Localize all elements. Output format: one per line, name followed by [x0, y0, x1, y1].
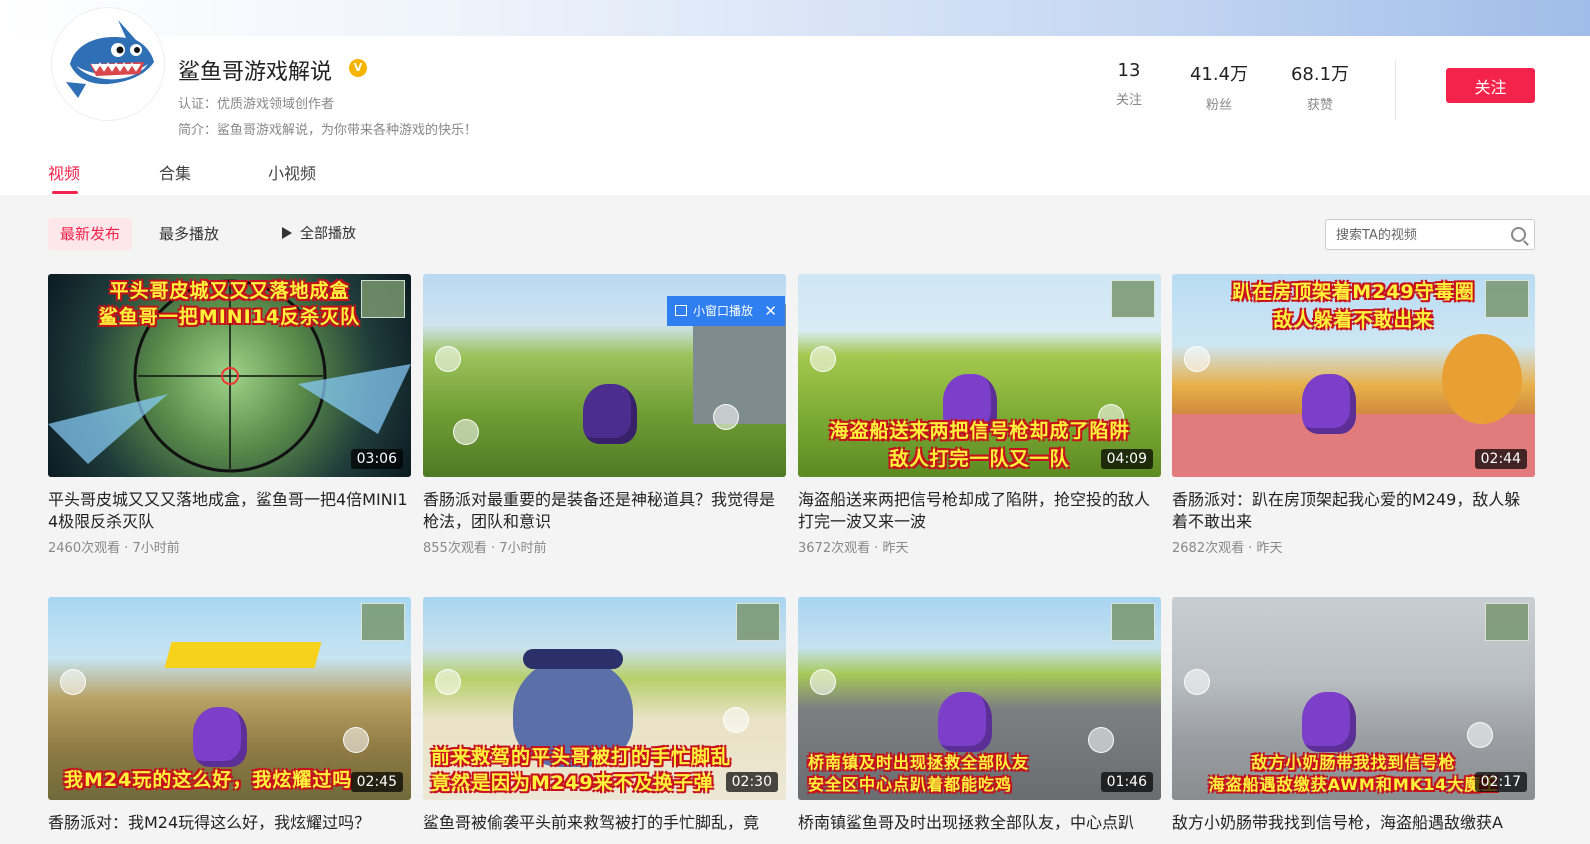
thumbnail-caption: 趴在房顶架着M249守毒圈 敌人躲着不敢出来 [1232, 281, 1475, 331]
hud-button-icon [1467, 722, 1493, 748]
minimap-icon [1485, 280, 1529, 318]
hud-button-icon [713, 404, 739, 430]
sort-most-played-button[interactable]: 最多播放 [147, 218, 231, 250]
video-card[interactable]: 前来救驾的平头哥被打的手忙脚乱 竟然是因为M249来不及换子弹 02:30 鲨鱼… [423, 597, 786, 844]
character-figure [193, 707, 247, 767]
hud-button-icon [723, 707, 749, 733]
hud-button-icon [435, 346, 461, 372]
certification-text: 认证：优质游戏领域创作者 [178, 97, 335, 112]
video-card[interactable]: 桥南镇及时出现拯救全部队友 安全区中心点趴着都能吃鸡 01:46 桥南镇鲨鱼哥及… [798, 597, 1161, 844]
verified-icon: V [349, 59, 367, 77]
sort-latest-button[interactable]: 最新发布 [48, 218, 133, 250]
video-thumbnail[interactable]: 小窗口播放 ✕ [423, 274, 786, 477]
minimap-icon [361, 280, 405, 318]
stat-number: 13 [1117, 60, 1141, 81]
mini-window-play-button[interactable]: 小窗口播放 ✕ [667, 296, 785, 326]
hud-button-icon [1088, 727, 1114, 753]
hud-button-icon [810, 669, 836, 695]
video-duration: 02:30 [725, 772, 778, 792]
character-figure [1302, 374, 1356, 434]
video-meta: 2460次观看 · 7小时前 [48, 541, 180, 556]
video-title[interactable]: 敌方小奶肠带我找到信号枪，海盗船遇敌缴获A [1172, 812, 1535, 844]
tab-short-videos[interactable]: 小视频 [268, 160, 316, 184]
play-all-label: 全部播放 [300, 226, 356, 242]
stat-fans[interactable]: 41.4万 粉丝 [1179, 60, 1259, 113]
video-thumbnail[interactable]: 海盗船送来两把信号枪却成了陷阱 敌人打完一队又一队 04:09 [798, 274, 1161, 477]
search-box [1325, 219, 1535, 250]
divider [1395, 60, 1396, 120]
video-title[interactable]: 海盗船送来两把信号枪却成了陷阱，抢空投的敌人打完一波又来一波 [798, 489, 1161, 533]
video-thumbnail[interactable]: 前来救驾的平头哥被打的手忙脚乱 竟然是因为M249来不及换子弹 02:30 [423, 597, 786, 800]
stat-label: 粉丝 [1205, 98, 1232, 113]
tab-videos[interactable]: 视频 [48, 160, 80, 184]
video-card[interactable]: 趴在房顶架着M249守毒圈 敌人躲着不敢出来 02:44 香肠派对：趴在房顶架起… [1172, 274, 1535, 556]
video-title[interactable]: 香肠派对：趴在房顶架起我心爱的M249，敌人躲着不敢出来 [1172, 489, 1535, 533]
video-duration: 02:17 [1474, 772, 1527, 792]
stat-number: 41.4万 [1189, 64, 1249, 85]
shark-avatar-icon [56, 12, 160, 116]
video-duration: 01:46 [1100, 772, 1153, 792]
video-card[interactable]: 平头哥皮城又又又落地成盒 鲨鱼哥一把MINI14反杀灭队 03:06 平头哥皮城… [48, 274, 411, 556]
hud-button-icon [435, 669, 461, 695]
mini-window-label: 小窗口播放 [693, 304, 754, 318]
video-title[interactable]: 香肠派对：我M24玩得这么好，我炫耀过吗？ [48, 812, 411, 844]
stat-likes: 68.1万 获赞 [1280, 60, 1360, 113]
video-title[interactable]: 桥南镇鲨鱼哥及时出现拯救全部队友，中心点趴 [798, 812, 1161, 844]
video-thumbnail[interactable]: 我M24玩的这么好，我炫耀过吗 02:45 [48, 597, 411, 800]
hud-button-icon [1184, 669, 1210, 695]
mask-shape [523, 649, 623, 669]
video-title[interactable]: 香肠派对最重要的是装备还是神秘道具？我觉得是枪法，团队和意识 [423, 489, 786, 533]
active-tab-indicator [52, 191, 78, 194]
hud-button-icon [453, 419, 479, 445]
video-duration: 03:06 [350, 449, 403, 469]
stat-following[interactable]: 13 关注 [1089, 60, 1169, 108]
video-thumbnail[interactable]: 趴在房顶架着M249守毒圈 敌人躲着不敢出来 02:44 [1172, 274, 1535, 477]
minimap-icon [1111, 603, 1155, 641]
character-figure [938, 692, 992, 752]
tabs-bar [0, 136, 1590, 195]
video-thumbnail[interactable]: 平头哥皮城又又又落地成盒 鲨鱼哥一把MINI14反杀灭队 03:06 [48, 274, 411, 477]
hud-button-icon [343, 727, 369, 753]
close-icon[interactable]: ✕ [764, 296, 777, 326]
character-figure [1302, 692, 1356, 752]
stat-label: 关注 [1115, 93, 1142, 108]
video-thumbnail[interactable]: 桥南镇及时出现拯救全部队友 安全区中心点趴着都能吃鸡 01:46 [798, 597, 1161, 800]
profile-banner [0, 0, 1590, 36]
video-card[interactable]: 海盗船送来两把信号枪却成了陷阱 敌人打完一队又一队 04:09 海盗船送来两把信… [798, 274, 1161, 556]
video-title[interactable]: 鲨鱼哥被偷袭平头前来救驾被打的手忙脚乱，竟 [423, 812, 786, 844]
minimap-icon [1111, 280, 1155, 318]
hud-button-icon [60, 669, 86, 695]
video-duration: 02:45 [350, 772, 403, 792]
stat-label: 获赞 [1306, 98, 1333, 113]
thumbnail-caption: 平头哥皮城又又又落地成盒 鲨鱼哥一把MINI14反杀灭队 [98, 280, 361, 328]
minimap-icon [1485, 603, 1529, 641]
video-thumbnail[interactable]: 敌方小奶肠带我找到信号枪 海盗船遇敌缴获AWM和MK14大魔王 02:17 [1172, 597, 1535, 800]
video-card[interactable]: 小窗口播放 ✕ 香肠派对最重要的是装备还是神秘道具？我觉得是枪法，团队和意识 8… [423, 274, 786, 556]
hud-button-icon [810, 346, 836, 372]
follow-button[interactable]: 关注 [1446, 68, 1535, 103]
character-figure [583, 384, 637, 444]
minimap-icon [736, 603, 780, 641]
video-card[interactable]: 我M24玩的这么好，我炫耀过吗 02:45 香肠派对：我M24玩得这么好，我炫耀… [48, 597, 411, 844]
stat-number: 68.1万 [1290, 64, 1350, 85]
hud-button-icon [1184, 346, 1210, 372]
play-all-button[interactable]: 全部播放 [282, 218, 356, 250]
video-card[interactable]: 敌方小奶肠带我找到信号枪 海盗船遇敌缴获AWM和MK14大魔王 02:17 敌方… [1172, 597, 1535, 844]
video-meta: 855次观看 · 7小时前 [423, 541, 547, 556]
window-icon [675, 305, 687, 316]
avatar[interactable] [52, 8, 164, 120]
tab-collections[interactable]: 合集 [159, 160, 191, 184]
search-input[interactable] [1336, 226, 1501, 244]
video-duration: 04:09 [1100, 449, 1153, 469]
best-player-banner [164, 642, 322, 668]
video-duration: 02:44 [1474, 449, 1527, 469]
video-meta: 3672次观看 · 昨天 [798, 541, 909, 556]
play-icon [282, 227, 292, 239]
video-meta: 2682次观看 · 昨天 [1172, 541, 1283, 556]
search-icon[interactable] [1511, 227, 1526, 242]
video-title[interactable]: 平头哥皮城又又又落地成盒，鲨鱼哥一把4倍MINI14极限反杀灭队 [48, 489, 411, 533]
minimap-icon [361, 603, 405, 641]
channel-name: 鲨鱼哥游戏解说 [178, 60, 333, 85]
tree-shape [1442, 334, 1522, 424]
